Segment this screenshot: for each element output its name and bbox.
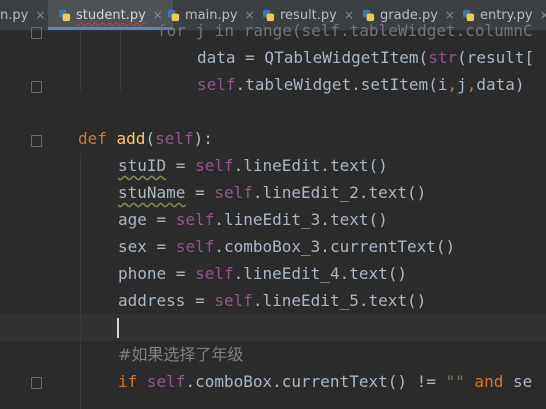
fold-marker-icon[interactable] — [31, 81, 42, 93]
tab-n-py[interactable]: n.py × — [0, 0, 45, 30]
code-line-age: age = self.lineEdit_3.text() — [118, 210, 388, 229]
code-line-stuname: stuName = self.lineEdit_2.text() — [118, 183, 427, 202]
code-line-if: if self.comboBox.currentText() != "" and… — [118, 372, 533, 391]
text-caret — [117, 318, 119, 338]
fold-marker-icon[interactable] — [31, 135, 42, 147]
tab-label: student.py — [76, 7, 146, 23]
code-line-setitem: self.tableWidget.setItem(i,j,data) — [197, 75, 525, 94]
indent-guide — [80, 31, 81, 91]
tab-label: n.py — [0, 7, 29, 23]
code-line-def-add: def add(self): — [78, 129, 213, 148]
close-icon[interactable]: × — [35, 8, 45, 22]
python-file-icon — [58, 9, 71, 21]
tab-student-py[interactable]: student.py × — [48, 0, 173, 30]
current-line-highlight — [0, 314, 546, 341]
code-line-sex: sex = self.comboBox_3.currentText() — [118, 237, 456, 256]
code-line-data: data = QTableWidgetItem(str(result[ — [197, 48, 535, 67]
code-line-comment: #如果选择了年级 — [118, 345, 244, 364]
code-line-stuid: stuID = self.lineEdit.text() — [118, 156, 388, 175]
code-line-address: address = self.lineEdit_5.text() — [118, 291, 427, 310]
code-line-phone: phone = self.lineEdit_4.text() — [118, 264, 407, 283]
code-editor[interactable]: for j in range(self.tableWidget.columnC … — [0, 21, 546, 409]
fold-marker-icon[interactable] — [31, 27, 42, 39]
indent-guide — [120, 31, 121, 91]
indent-guide — [80, 153, 81, 409]
close-icon[interactable]: × — [540, 8, 546, 22]
code-line-for: for j in range(self.tableWidget.columnC — [157, 21, 533, 40]
fold-marker-icon[interactable] — [31, 377, 42, 389]
